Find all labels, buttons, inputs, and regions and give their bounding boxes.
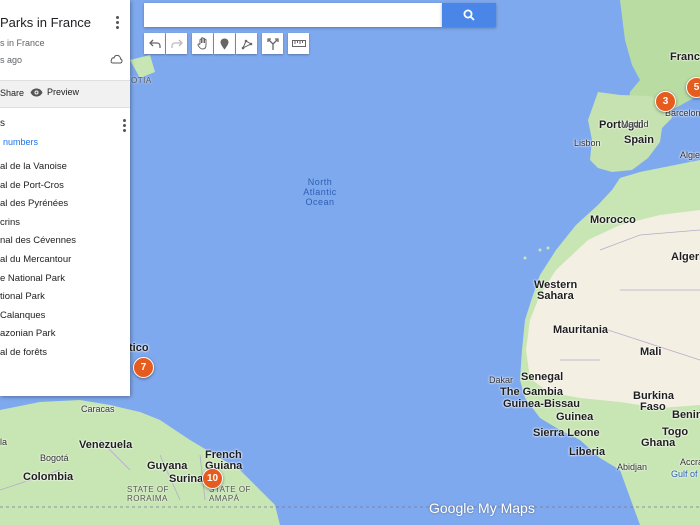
label-sierra-leone: Sierra Leone (533, 427, 600, 439)
ocean-label-line1: North (307, 177, 333, 187)
list-item[interactable]: Calanques (0, 310, 76, 329)
cluster-marker-3[interactable]: 3 (655, 91, 676, 112)
mymaps-logo-text: My Maps (478, 500, 535, 516)
label-gambia: The Gambia (500, 386, 563, 398)
label-algeria: Algeri (671, 251, 700, 263)
preview-label: Preview (47, 87, 80, 97)
label-amapa-2: AMAPÁ (209, 494, 240, 503)
ocean-label-line3: Ocean (305, 197, 335, 207)
preview-button[interactable]: Preview (30, 87, 79, 97)
undo-icon (148, 39, 161, 48)
cluster-marker-5[interactable]: 5 (686, 77, 700, 98)
label-colombia: Colombia (23, 471, 74, 483)
label-mauritania: Mauritania (553, 324, 609, 336)
label-burkina-2: Faso (640, 401, 666, 413)
list-item[interactable]: al de forêts (0, 347, 76, 366)
list-item[interactable]: crins (0, 217, 76, 236)
label-mali: Mali (640, 346, 662, 358)
map-options-icon[interactable] (113, 15, 121, 31)
hand-icon (196, 37, 206, 50)
list-item[interactable]: al de la Vanoise (0, 161, 76, 180)
list-item[interactable]: al de Port-Cros (0, 180, 76, 199)
map-description[interactable]: s in France (0, 38, 45, 48)
undo-button[interactable] (144, 33, 165, 54)
layer-options-icon[interactable] (120, 118, 128, 134)
search-button[interactable] (442, 3, 496, 27)
label-gulf: Gulf of (671, 469, 698, 479)
label-guinea: Guinea (556, 411, 594, 423)
list-item[interactable]: nal des Cévennes (0, 235, 76, 254)
select-items-button[interactable] (192, 33, 213, 54)
cluster-marker-7[interactable]: 7 (133, 357, 154, 378)
label-algiers: Algie (680, 150, 700, 160)
measure-button[interactable] (288, 33, 309, 54)
panel-actions-bar: Share Preview (0, 80, 130, 108)
draw-line-icon (241, 39, 252, 49)
directions-icon (266, 37, 279, 50)
cloud-saved-icon (110, 54, 123, 64)
search-input[interactable] (144, 3, 442, 27)
label-spain: Spain (624, 134, 654, 146)
map-title[interactable]: Parks in France (0, 15, 91, 30)
list-item[interactable]: azonian Park (0, 328, 76, 347)
list-item[interactable]: al des Pyrénées (0, 198, 76, 217)
label-bogota: Bogotá (40, 453, 69, 463)
label-dakar: Dakar (489, 375, 514, 385)
label-morocco: Morocco (590, 214, 636, 226)
label-caracas: Caracas (81, 404, 115, 414)
label-guinea-bissau: Guinea-Bissau (503, 398, 581, 410)
share-button[interactable]: Share (0, 88, 24, 98)
label-senegal: Senegal (521, 371, 564, 383)
label-venezuela: Venezuela (79, 439, 133, 451)
label-accra: Accra (680, 457, 700, 467)
label-roraima-1: STATE OF (127, 485, 169, 494)
add-marker-button[interactable] (214, 33, 235, 54)
ocean-label-line2: Atlantic (303, 187, 337, 197)
list-item[interactable]: tional Park (0, 291, 76, 310)
ruler-icon (291, 40, 306, 47)
label-abidjan: Abidjan (617, 462, 648, 472)
google-logo-text: Google (429, 500, 475, 516)
label-guyana: Guyana (147, 460, 188, 472)
label-la: la (0, 437, 8, 447)
layer-title[interactable]: s (0, 118, 5, 129)
label-benin: Benin (672, 409, 700, 421)
google-my-maps-logo: Google My Maps (429, 500, 535, 516)
label-roraima-2: RORAIMA (127, 494, 168, 503)
label-tico: tico (129, 342, 149, 354)
last-saved-text: s ago (0, 55, 23, 65)
redo-icon (170, 39, 183, 48)
list-item[interactable]: e National Park (0, 273, 76, 292)
style-numbers-link[interactable]: numbers (3, 137, 38, 147)
label-otia: OTIA (131, 76, 152, 85)
label-liberia: Liberia (569, 446, 606, 458)
label-lisbon: Lisbon (574, 138, 601, 148)
cluster-marker-10[interactable]: 10 (202, 468, 223, 489)
map-side-panel: Parks in France s in France s ago Share … (0, 0, 130, 396)
park-list: al de la Vanoise al de Port-Cros al des … (0, 161, 76, 366)
label-madrid: Madrid (621, 119, 649, 129)
search-icon (463, 9, 475, 21)
eye-icon (30, 88, 43, 96)
label-ghana: Ghana (641, 437, 676, 449)
list-item[interactable]: al du Mercantour (0, 254, 76, 273)
draw-line-button[interactable] (236, 33, 257, 54)
label-western-sahara-2: Sahara (537, 290, 574, 302)
marker-icon (220, 38, 229, 49)
redo-button[interactable] (166, 33, 187, 54)
directions-button[interactable] (262, 33, 283, 54)
label-france: France (670, 51, 700, 63)
ocean-label: North Atlantic Ocean (300, 177, 340, 207)
